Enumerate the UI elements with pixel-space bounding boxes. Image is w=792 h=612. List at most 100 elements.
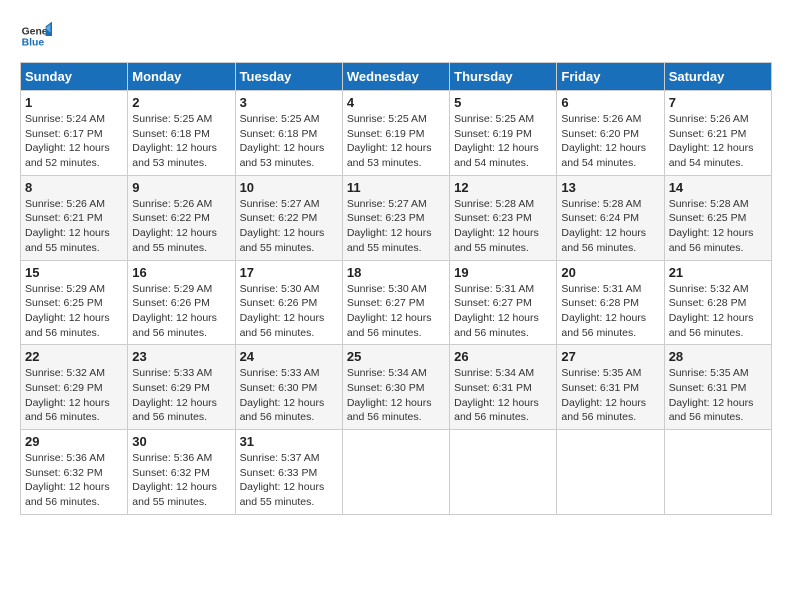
calendar-week-1: 1 Sunrise: 5:24 AM Sunset: 6:17 PM Dayli… [21, 91, 772, 176]
calendar-cell: 6 Sunrise: 5:26 AM Sunset: 6:20 PM Dayli… [557, 91, 664, 176]
calendar-cell: 28 Sunrise: 5:35 AM Sunset: 6:31 PM Dayl… [664, 345, 771, 430]
day-number: 11 [347, 180, 445, 195]
calendar-cell: 20 Sunrise: 5:31 AM Sunset: 6:28 PM Dayl… [557, 260, 664, 345]
day-info: Sunrise: 5:29 AM Sunset: 6:26 PM Dayligh… [132, 282, 230, 341]
calendar-week-5: 29 Sunrise: 5:36 AM Sunset: 6:32 PM Dayl… [21, 430, 772, 515]
weekday-header-tuesday: Tuesday [235, 63, 342, 91]
day-info: Sunrise: 5:29 AM Sunset: 6:25 PM Dayligh… [25, 282, 123, 341]
day-info: Sunrise: 5:34 AM Sunset: 6:31 PM Dayligh… [454, 366, 552, 425]
day-info: Sunrise: 5:32 AM Sunset: 6:28 PM Dayligh… [669, 282, 767, 341]
day-number: 26 [454, 349, 552, 364]
day-info: Sunrise: 5:28 AM Sunset: 6:23 PM Dayligh… [454, 197, 552, 256]
day-info: Sunrise: 5:33 AM Sunset: 6:30 PM Dayligh… [240, 366, 338, 425]
day-info: Sunrise: 5:35 AM Sunset: 6:31 PM Dayligh… [669, 366, 767, 425]
day-number: 12 [454, 180, 552, 195]
day-info: Sunrise: 5:36 AM Sunset: 6:32 PM Dayligh… [25, 451, 123, 510]
day-number: 13 [561, 180, 659, 195]
day-info: Sunrise: 5:26 AM Sunset: 6:21 PM Dayligh… [669, 112, 767, 171]
day-info: Sunrise: 5:27 AM Sunset: 6:23 PM Dayligh… [347, 197, 445, 256]
calendar-cell: 21 Sunrise: 5:32 AM Sunset: 6:28 PM Dayl… [664, 260, 771, 345]
day-info: Sunrise: 5:25 AM Sunset: 6:18 PM Dayligh… [240, 112, 338, 171]
day-info: Sunrise: 5:32 AM Sunset: 6:29 PM Dayligh… [25, 366, 123, 425]
calendar-week-3: 15 Sunrise: 5:29 AM Sunset: 6:25 PM Dayl… [21, 260, 772, 345]
day-number: 20 [561, 265, 659, 280]
day-number: 7 [669, 95, 767, 110]
calendar-cell [557, 430, 664, 515]
calendar-cell: 11 Sunrise: 5:27 AM Sunset: 6:23 PM Dayl… [342, 175, 449, 260]
calendar: SundayMondayTuesdayWednesdayThursdayFrid… [20, 62, 772, 515]
svg-text:Blue: Blue [22, 38, 45, 49]
day-number: 30 [132, 434, 230, 449]
day-info: Sunrise: 5:34 AM Sunset: 6:30 PM Dayligh… [347, 366, 445, 425]
weekday-header-friday: Friday [557, 63, 664, 91]
day-info: Sunrise: 5:27 AM Sunset: 6:22 PM Dayligh… [240, 197, 338, 256]
weekday-header-thursday: Thursday [450, 63, 557, 91]
calendar-cell: 15 Sunrise: 5:29 AM Sunset: 6:25 PM Dayl… [21, 260, 128, 345]
day-number: 15 [25, 265, 123, 280]
day-info: Sunrise: 5:30 AM Sunset: 6:27 PM Dayligh… [347, 282, 445, 341]
calendar-cell: 13 Sunrise: 5:28 AM Sunset: 6:24 PM Dayl… [557, 175, 664, 260]
logo-icon: General Blue [20, 20, 52, 52]
calendar-cell: 8 Sunrise: 5:26 AM Sunset: 6:21 PM Dayli… [21, 175, 128, 260]
day-info: Sunrise: 5:36 AM Sunset: 6:32 PM Dayligh… [132, 451, 230, 510]
day-number: 14 [669, 180, 767, 195]
day-number: 6 [561, 95, 659, 110]
day-number: 25 [347, 349, 445, 364]
day-info: Sunrise: 5:37 AM Sunset: 6:33 PM Dayligh… [240, 451, 338, 510]
day-number: 9 [132, 180, 230, 195]
calendar-cell: 26 Sunrise: 5:34 AM Sunset: 6:31 PM Dayl… [450, 345, 557, 430]
day-number: 2 [132, 95, 230, 110]
calendar-cell: 22 Sunrise: 5:32 AM Sunset: 6:29 PM Dayl… [21, 345, 128, 430]
calendar-cell: 1 Sunrise: 5:24 AM Sunset: 6:17 PM Dayli… [21, 91, 128, 176]
calendar-cell: 29 Sunrise: 5:36 AM Sunset: 6:32 PM Dayl… [21, 430, 128, 515]
calendar-cell: 10 Sunrise: 5:27 AM Sunset: 6:22 PM Dayl… [235, 175, 342, 260]
day-info: Sunrise: 5:33 AM Sunset: 6:29 PM Dayligh… [132, 366, 230, 425]
calendar-cell [450, 430, 557, 515]
weekday-header-monday: Monday [128, 63, 235, 91]
calendar-cell: 7 Sunrise: 5:26 AM Sunset: 6:21 PM Dayli… [664, 91, 771, 176]
day-number: 21 [669, 265, 767, 280]
day-number: 18 [347, 265, 445, 280]
day-info: Sunrise: 5:25 AM Sunset: 6:19 PM Dayligh… [347, 112, 445, 171]
calendar-cell: 23 Sunrise: 5:33 AM Sunset: 6:29 PM Dayl… [128, 345, 235, 430]
day-number: 1 [25, 95, 123, 110]
calendar-cell: 25 Sunrise: 5:34 AM Sunset: 6:30 PM Dayl… [342, 345, 449, 430]
logo: General Blue [20, 20, 56, 52]
day-info: Sunrise: 5:24 AM Sunset: 6:17 PM Dayligh… [25, 112, 123, 171]
header: General Blue [20, 20, 772, 52]
day-info: Sunrise: 5:25 AM Sunset: 6:19 PM Dayligh… [454, 112, 552, 171]
calendar-cell [664, 430, 771, 515]
day-info: Sunrise: 5:26 AM Sunset: 6:20 PM Dayligh… [561, 112, 659, 171]
calendar-cell: 14 Sunrise: 5:28 AM Sunset: 6:25 PM Dayl… [664, 175, 771, 260]
day-info: Sunrise: 5:30 AM Sunset: 6:26 PM Dayligh… [240, 282, 338, 341]
day-number: 23 [132, 349, 230, 364]
calendar-cell: 16 Sunrise: 5:29 AM Sunset: 6:26 PM Dayl… [128, 260, 235, 345]
calendar-cell: 27 Sunrise: 5:35 AM Sunset: 6:31 PM Dayl… [557, 345, 664, 430]
calendar-cell: 18 Sunrise: 5:30 AM Sunset: 6:27 PM Dayl… [342, 260, 449, 345]
calendar-cell [342, 430, 449, 515]
day-number: 16 [132, 265, 230, 280]
calendar-header-row: SundayMondayTuesdayWednesdayThursdayFrid… [21, 63, 772, 91]
day-info: Sunrise: 5:26 AM Sunset: 6:22 PM Dayligh… [132, 197, 230, 256]
calendar-cell: 9 Sunrise: 5:26 AM Sunset: 6:22 PM Dayli… [128, 175, 235, 260]
calendar-cell: 17 Sunrise: 5:30 AM Sunset: 6:26 PM Dayl… [235, 260, 342, 345]
day-number: 17 [240, 265, 338, 280]
day-number: 22 [25, 349, 123, 364]
calendar-cell: 12 Sunrise: 5:28 AM Sunset: 6:23 PM Dayl… [450, 175, 557, 260]
calendar-cell: 19 Sunrise: 5:31 AM Sunset: 6:27 PM Dayl… [450, 260, 557, 345]
day-info: Sunrise: 5:31 AM Sunset: 6:28 PM Dayligh… [561, 282, 659, 341]
day-number: 4 [347, 95, 445, 110]
weekday-header-saturday: Saturday [664, 63, 771, 91]
day-number: 28 [669, 349, 767, 364]
day-info: Sunrise: 5:28 AM Sunset: 6:24 PM Dayligh… [561, 197, 659, 256]
calendar-week-4: 22 Sunrise: 5:32 AM Sunset: 6:29 PM Dayl… [21, 345, 772, 430]
day-number: 24 [240, 349, 338, 364]
calendar-cell: 31 Sunrise: 5:37 AM Sunset: 6:33 PM Dayl… [235, 430, 342, 515]
day-number: 10 [240, 180, 338, 195]
day-number: 29 [25, 434, 123, 449]
calendar-cell: 2 Sunrise: 5:25 AM Sunset: 6:18 PM Dayli… [128, 91, 235, 176]
day-number: 19 [454, 265, 552, 280]
day-number: 31 [240, 434, 338, 449]
day-info: Sunrise: 5:31 AM Sunset: 6:27 PM Dayligh… [454, 282, 552, 341]
day-info: Sunrise: 5:28 AM Sunset: 6:25 PM Dayligh… [669, 197, 767, 256]
